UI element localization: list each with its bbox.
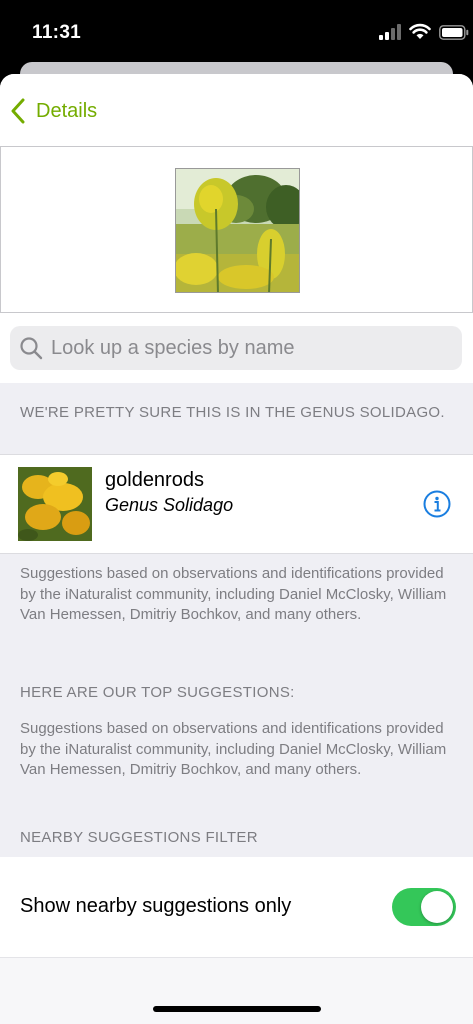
back-chevron-icon [11, 98, 25, 124]
battery-icon [439, 25, 469, 40]
wifi-icon [409, 23, 431, 39]
attribution-text-1: Suggestions based on observations and id… [20, 565, 447, 623]
home-indicator[interactable] [153, 1006, 321, 1012]
search-icon [20, 337, 43, 360]
signal-icon [379, 24, 401, 40]
navigation-bar: Details [0, 74, 473, 146]
search-placeholder: Look up a species by name [51, 336, 295, 359]
nearby-filter-header: NEARBY SUGGESTIONS FILTER [20, 829, 258, 846]
status-time: 11:31 [32, 22, 82, 43]
nearby-filter-row: Show nearby suggestions only [0, 857, 473, 957]
bottom-area [0, 957, 473, 1024]
back-label: Details [36, 99, 98, 122]
toggle-knob [421, 891, 453, 923]
attribution-text-2: Suggestions based on observations and id… [20, 720, 447, 778]
top-guess-row[interactable]: goldenrods Genus Solidago [0, 454, 473, 554]
top-guess-header: WE'RE PRETTY SURE THIS IS IN THE GENUS S… [20, 404, 445, 421]
species-thumbnail [18, 467, 92, 541]
species-chooser-sheet: Details Look up a species by name WE'RE … [0, 74, 473, 1024]
observation-photo[interactable] [175, 168, 300, 293]
status-bar: 11:31 [0, 0, 473, 64]
info-icon[interactable] [423, 490, 451, 518]
observation-photo-area [0, 146, 473, 313]
top-suggestions-header: HERE ARE OUR TOP SUGGESTIONS: [20, 684, 295, 701]
species-scientific-name: Genus Solidago [105, 495, 234, 515]
search-bar-container: Look up a species by name [0, 313, 473, 383]
back-button[interactable]: Details [10, 96, 97, 126]
species-common-name: goldenrods [105, 469, 204, 491]
nearby-toggle[interactable] [392, 888, 456, 926]
nearby-toggle-label: Show nearby suggestions only [20, 895, 292, 917]
search-input[interactable]: Look up a species by name [10, 326, 462, 370]
